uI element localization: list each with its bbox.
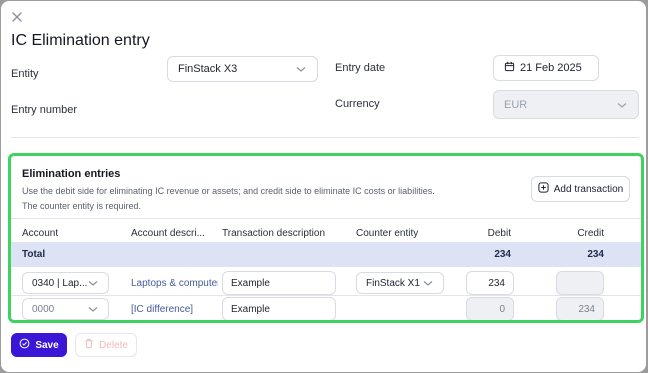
total-debit: 234: [494, 249, 511, 260]
currency-value: EUR: [504, 98, 528, 111]
elimination-description: Use the debit side for eliminating IC re…: [22, 184, 435, 214]
chevron-down-icon: [87, 277, 99, 289]
trash-icon: [84, 338, 94, 352]
delete-button[interactable]: Delete: [75, 333, 137, 357]
debit-value: 0: [499, 303, 505, 315]
counter-entity-value: FinStack X1: [366, 277, 420, 289]
add-transaction-label: Add transaction: [553, 183, 624, 195]
entity-value: FinStack X3: [178, 63, 238, 75]
account-value: 0000: [32, 303, 55, 315]
transaction-description-value: Example: [231, 277, 270, 289]
column-header-credit: Credit: [577, 228, 604, 239]
calendar-icon: [504, 61, 520, 75]
chevron-down-icon: [87, 303, 99, 315]
credit-input[interactable]: [556, 271, 604, 295]
entry-number-label: Entry number: [11, 104, 78, 116]
account-value: 0340 | Lap...: [32, 277, 88, 289]
credit-input[interactable]: 234: [556, 297, 604, 320]
counter-entity-select[interactable]: FinStack X1: [356, 272, 444, 294]
account-description: Laptops & computers: [131, 278, 218, 289]
total-row: Total 234 234: [11, 242, 641, 267]
chevron-down-icon: [616, 99, 628, 111]
save-button[interactable]: Save: [11, 333, 67, 357]
close-icon[interactable]: [11, 11, 25, 25]
check-circle-icon: [19, 338, 30, 352]
elimination-title: Elimination entries: [22, 168, 121, 180]
total-credit: 234: [587, 249, 604, 260]
currency-select[interactable]: EUR: [493, 90, 639, 119]
chevron-down-icon: [422, 277, 434, 289]
currency-label: Currency: [335, 98, 380, 110]
entry-date-label: Entry date: [335, 62, 386, 74]
debit-input[interactable]: 0: [466, 297, 514, 320]
description-line: The counter entity is required.: [22, 201, 142, 211]
transaction-description-input[interactable]: Example: [222, 297, 336, 320]
debit-value: 234: [488, 277, 505, 289]
delete-label: Delete: [99, 339, 128, 351]
account-select[interactable]: 0340 | Lap...: [22, 272, 109, 294]
credit-value: 234: [578, 303, 595, 315]
chevron-down-icon: [295, 63, 307, 75]
account-select[interactable]: 0000: [22, 298, 109, 320]
entry-date-field[interactable]: 21 Feb 2025: [493, 55, 599, 81]
save-label: Save: [35, 339, 59, 351]
ic-elimination-modal: IC Elimination entry Entity FinStack X3 …: [1, 1, 646, 372]
row-divider: [11, 295, 641, 296]
column-header-counter-entity: Counter entity: [356, 228, 419, 239]
elimination-entries-panel: Elimination entries Use the debit side f…: [8, 153, 644, 323]
column-header-transaction-description: Transaction description: [222, 228, 326, 239]
add-transaction-button[interactable]: Add transaction: [531, 176, 630, 202]
section-divider: [11, 137, 639, 138]
entity-label: Entity: [11, 68, 39, 80]
plus-square-icon: [538, 182, 549, 196]
transaction-description-input[interactable]: Example: [222, 271, 336, 295]
debit-input[interactable]: 234: [466, 271, 514, 295]
entry-date-value: 21 Feb 2025: [520, 62, 582, 74]
entity-select[interactable]: FinStack X3: [167, 56, 318, 82]
total-label: Total: [22, 249, 46, 260]
table-divider: [11, 218, 641, 219]
column-header-account-description: Account descri...: [131, 228, 205, 239]
page-title: IC Elimination entry: [11, 32, 150, 49]
description-line: Use the debit side for eliminating IC re…: [22, 186, 435, 196]
column-header-debit: Debit: [487, 228, 511, 239]
column-header-account: Account: [22, 228, 59, 239]
account-description: [IC difference]: [131, 304, 194, 315]
transaction-description-value: Example: [231, 303, 270, 315]
